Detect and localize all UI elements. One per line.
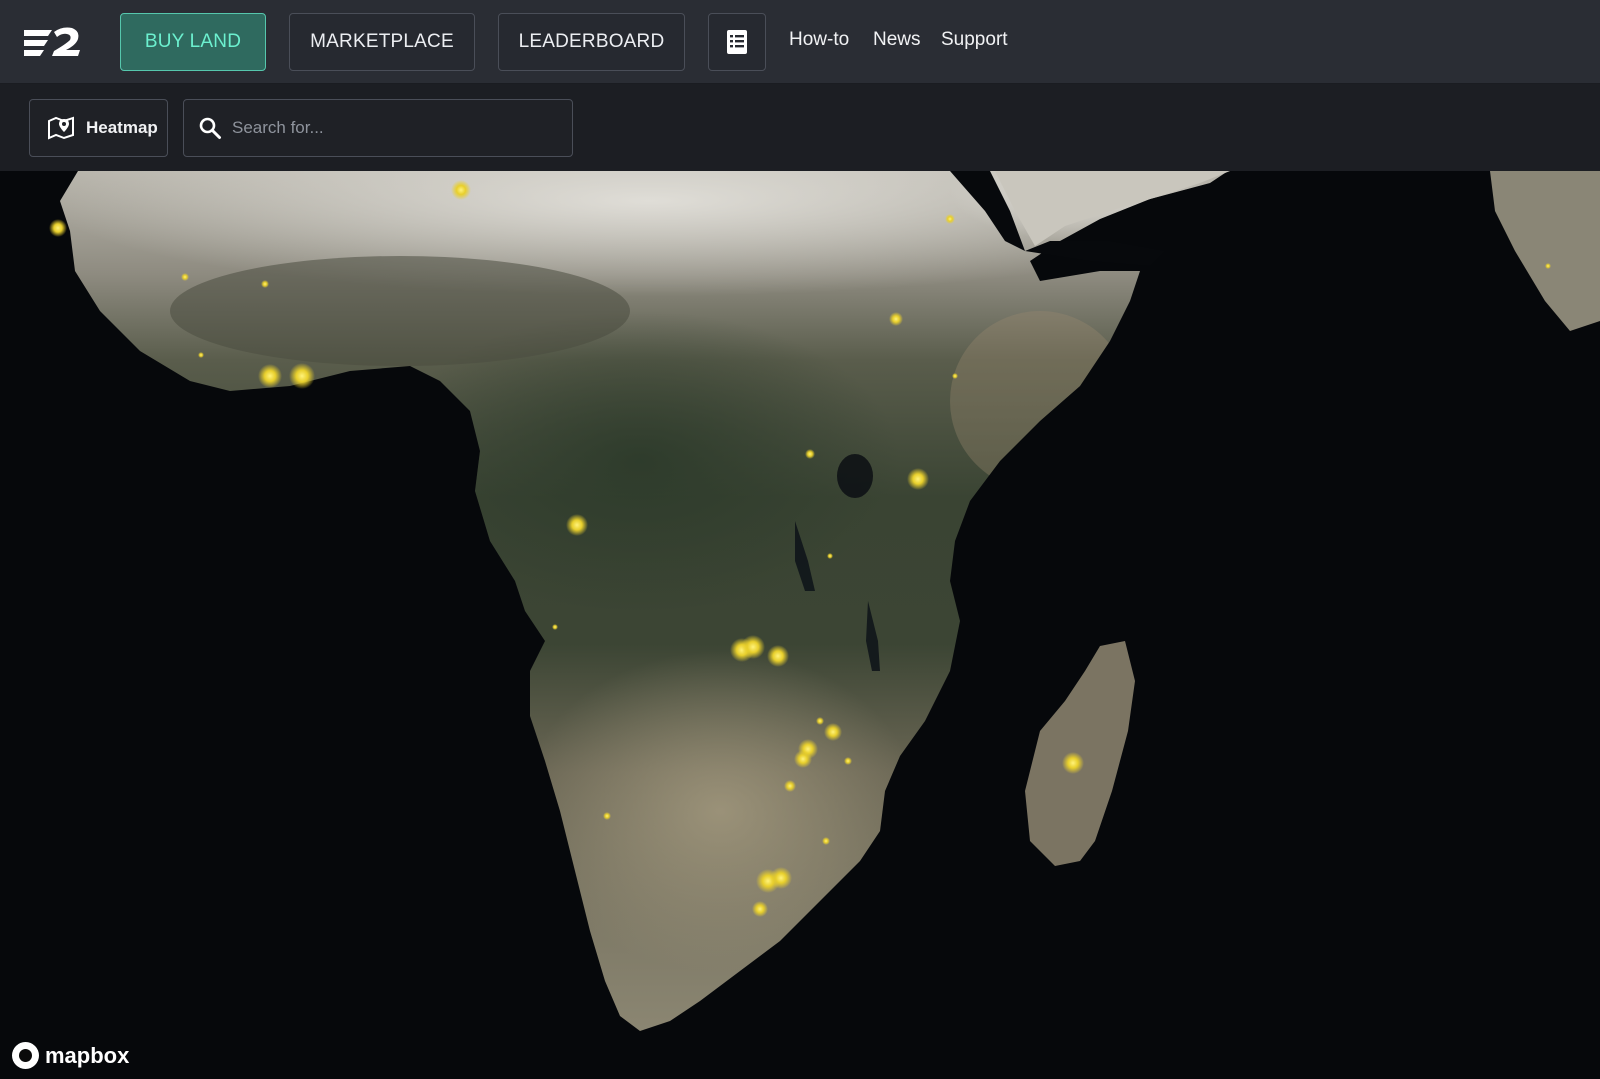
madagascar-landmass [1025, 641, 1135, 866]
marketplace-button[interactable]: MARKETPLACE [289, 13, 475, 71]
search-box[interactable] [183, 99, 573, 157]
mapbox-attribution[interactable]: mapbox [12, 1042, 129, 1069]
heatmap-button[interactable]: Heatmap [29, 99, 168, 157]
news-link[interactable]: News [873, 29, 921, 51]
mapbox-icon [12, 1042, 39, 1069]
arabia-landmass [995, 171, 1230, 246]
search-input[interactable] [232, 118, 552, 138]
how-to-link[interactable]: How-to [789, 29, 849, 51]
satellite-map[interactable] [0, 171, 1600, 1079]
e2-logo[interactable] [22, 26, 82, 60]
search-icon [199, 117, 221, 139]
india-landmass [1490, 171, 1600, 331]
map-view[interactable]: mapbox [0, 171, 1600, 1079]
map-pin-icon [48, 116, 74, 140]
support-link[interactable]: Support [941, 29, 1008, 51]
leaderboard-button[interactable]: LEADERBOARD [498, 13, 685, 71]
document-list-icon [727, 30, 747, 54]
top-navigation: BUY LAND MARKETPLACE LEADERBOARD How-to … [0, 0, 1600, 84]
attribution-text: mapbox [45, 1042, 130, 1068]
map-toolbar: Heatmap [0, 84, 1600, 171]
buy-land-button[interactable]: BUY LAND [120, 13, 266, 71]
heatmap-label: Heatmap [86, 118, 158, 137]
document-button[interactable] [708, 13, 766, 71]
